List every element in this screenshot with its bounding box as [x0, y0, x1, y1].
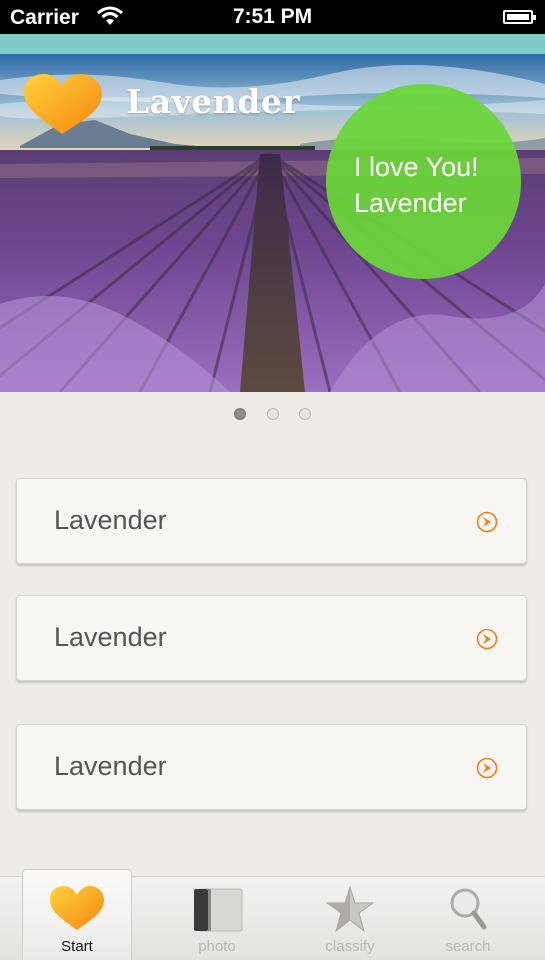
tab-label: Start	[61, 938, 93, 955]
list-item-label: Lavender	[54, 751, 167, 781]
chevron-right-circle-icon	[476, 628, 498, 650]
promo-bubble[interactable]: I love You! Lavender	[326, 84, 521, 279]
search-icon	[450, 888, 487, 930]
page-dot-2[interactable]	[266, 408, 279, 420]
tab-label: photo	[198, 938, 236, 955]
photo-album-icon	[194, 888, 243, 932]
nav-bar	[0, 34, 545, 54]
battery-icon	[503, 10, 536, 24]
chevron-right-circle-icon	[476, 757, 498, 779]
bubble-text-line1: I love You!	[354, 152, 479, 182]
tab-label: search	[445, 938, 491, 955]
page-dot-3[interactable]	[298, 408, 311, 420]
tab-photo[interactable]: photo	[162, 877, 272, 960]
list-item[interactable]: Lavender	[16, 595, 527, 681]
page-dot-1[interactable]	[234, 408, 247, 420]
star-icon	[325, 885, 375, 933]
tab-start[interactable]: Start	[22, 869, 132, 960]
page-indicator[interactable]	[0, 407, 545, 423]
list-item-label: Lavender	[54, 505, 167, 535]
list-item[interactable]: Lavender	[16, 724, 527, 810]
tab-label: classify	[325, 938, 375, 955]
heart-logo-icon	[24, 74, 102, 134]
chevron-right-circle-icon	[476, 511, 498, 533]
status-time: 7:51 PM	[232, 5, 313, 28]
tab-search[interactable]: search	[413, 877, 523, 960]
list-item-label: Lavender	[54, 622, 167, 652]
status-bar: Carrier 7:51 PM	[0, 0, 545, 34]
app-screen: Carrier 7:51 PM Lavender I love You! Lav…	[0, 0, 545, 960]
list-item[interactable]: Lavender	[16, 478, 527, 564]
bubble-text-line2: Lavender	[354, 188, 467, 218]
heart-icon	[50, 886, 104, 930]
brand-title: Lavender	[126, 82, 301, 121]
tab-classify[interactable]: classify	[295, 877, 405, 960]
tab-bar: Start photo classify search	[0, 869, 545, 960]
banner-carousel[interactable]: Lavender I love You! Lavender	[0, 54, 545, 392]
